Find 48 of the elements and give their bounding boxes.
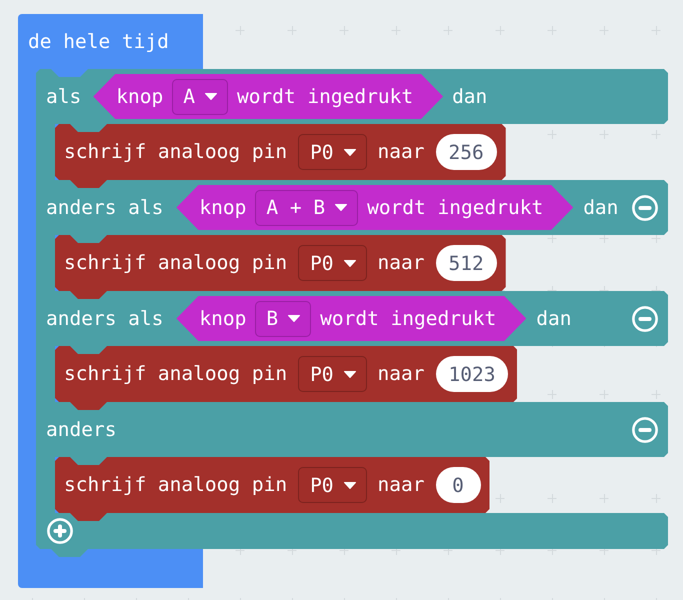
block-label: naar <box>378 362 425 386</box>
keyword-label: als <box>46 84 82 108</box>
pin-dropdown[interactable]: P0 <box>298 356 367 392</box>
block-label: naar <box>378 473 425 497</box>
button-dropdown[interactable]: A + B <box>255 190 358 226</box>
if-else-block[interactable] <box>36 69 668 557</box>
minus-circle-icon[interactable] <box>632 306 658 332</box>
button-dropdown[interactable]: B <box>255 300 312 336</box>
block-label: knop <box>199 196 246 220</box>
button-pressed-block[interactable]: knop A wordt ingedrukt <box>93 74 444 119</box>
button-pressed-block[interactable]: knop A + B wordt ingedrukt <box>176 185 574 230</box>
keyword-label: dan <box>452 84 488 108</box>
block-label: naar <box>378 251 425 275</box>
caret-icon <box>344 370 356 378</box>
pin-dropdown[interactable]: P0 <box>298 134 367 170</box>
minus-circle-icon[interactable] <box>632 416 658 442</box>
block-label: knop <box>199 306 246 330</box>
pin-dropdown[interactable]: P0 <box>298 467 367 503</box>
button-pressed-block[interactable]: knop B wordt ingedrukt <box>176 296 526 341</box>
minus-circle-icon[interactable] <box>632 194 658 220</box>
block-label: schrijf analoog pin <box>64 140 288 164</box>
value-field[interactable]: 512 <box>436 245 497 281</box>
keyword-label: dan <box>536 306 572 330</box>
keyword-label: dan <box>583 196 618 220</box>
value-field[interactable]: 1023 <box>436 356 508 392</box>
plus-circle-icon[interactable] <box>47 518 73 544</box>
block-label: wordt ingedrukt <box>236 84 414 108</box>
button-dropdown[interactable]: A <box>172 78 228 114</box>
value-field[interactable]: 256 <box>436 134 497 170</box>
block-label: naar <box>378 140 425 164</box>
block-label: wordt ingedrukt <box>320 306 496 330</box>
keyword-label: anders als <box>46 196 164 220</box>
caret-icon <box>344 260 356 266</box>
block-label: wordt ingedrukt <box>367 196 544 220</box>
block-label: de hele tijd <box>28 30 169 54</box>
caret-icon <box>344 482 356 488</box>
keyword-label: anders <box>46 418 116 442</box>
pin-dropdown[interactable]: P0 <box>298 245 367 281</box>
caret-icon <box>288 315 300 322</box>
block-label: schrijf analoog pin <box>64 251 288 275</box>
caret-icon <box>204 93 217 100</box>
value-field[interactable]: 0 <box>436 467 481 503</box>
block-label: schrijf analoog pin <box>64 362 288 386</box>
block-label: knop <box>116 84 164 108</box>
caret-icon <box>344 148 356 156</box>
block-label: schrijf analoog pin <box>64 473 288 497</box>
keyword-label: anders als <box>46 306 164 330</box>
caret-icon <box>335 204 348 211</box>
